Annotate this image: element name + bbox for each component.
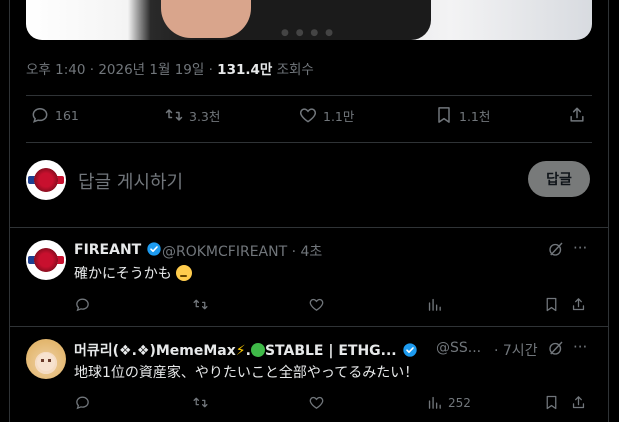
- post-timestamp[interactable]: 오후 1:40 · 2026년 1월 19일 ·: [26, 62, 217, 78]
- reply-composer: 답글 게시하기 답글: [26, 160, 592, 202]
- grok-icon[interactable]: [547, 339, 565, 357]
- column-right-border: [608, 0, 609, 422]
- reply2-views-action[interactable]: 252: [426, 394, 471, 411]
- reply1-views-action[interactable]: [426, 296, 448, 313]
- reply2-name-part1: 머큐리(❖.❖)MemeMax: [74, 343, 236, 359]
- repost-icon: [165, 109, 183, 121]
- reply1-avatar[interactable]: [26, 240, 66, 280]
- reply2-view-count: 252: [448, 395, 471, 410]
- bookmark-icon: [546, 297, 557, 312]
- reply2-text: 地球1位の資産家、やりたいこと全部やってるみたい！: [74, 365, 419, 381]
- reply-icon: [76, 298, 89, 312]
- reply1-repost-action[interactable]: [192, 296, 209, 313]
- post-view-label: 조회수: [272, 62, 314, 78]
- share-icon: [572, 396, 585, 409]
- like-action[interactable]: 1.1만: [298, 105, 354, 125]
- reply2-avatar[interactable]: [26, 339, 66, 379]
- heart-icon: [309, 298, 324, 311]
- reply2-time[interactable]: · 7시간: [494, 340, 538, 360]
- thinking-face-icon: [176, 265, 193, 281]
- reply-input[interactable]: 답글 게시하기: [78, 168, 183, 194]
- reply2-repost-action[interactable]: [192, 394, 209, 411]
- views-chart-icon: [428, 396, 441, 409]
- reply-tweet-1[interactable]: FIREANT @ROKMCFIREANT · 4초 ··· 確かにそうかも: [10, 228, 608, 326]
- share-action[interactable]: [567, 105, 587, 125]
- reply2-author[interactable]: 머큐리(❖.❖)MemeMax⚡. STABLE | ETHG...: [74, 340, 418, 360]
- reply2-bookmark-action[interactable]: [543, 394, 560, 411]
- reply2-share-action[interactable]: [570, 394, 587, 411]
- verified-badge-icon: [147, 242, 161, 256]
- post-action-bar: 161 3.3천 1.1만 1.1천: [26, 105, 592, 135]
- views-chart-icon: [428, 298, 441, 311]
- reply2-reply-action[interactable]: [74, 394, 91, 411]
- reply-action[interactable]: 161: [30, 105, 79, 125]
- reply-icon: [76, 396, 89, 410]
- bookmark-action[interactable]: 1.1천: [434, 105, 490, 125]
- media-hand: [161, 0, 251, 38]
- reply1-bookmark-action[interactable]: [543, 296, 560, 313]
- bookmark-icon: [438, 107, 450, 123]
- post-media-image[interactable]: ● ● ● ●: [26, 0, 592, 40]
- avatar-face: [37, 353, 55, 371]
- reply1-share-action[interactable]: [570, 296, 587, 313]
- heart-icon: [299, 108, 317, 123]
- reply1-name: FIREANT: [74, 242, 142, 258]
- share-icon: [572, 298, 585, 311]
- avatar-seal: [34, 248, 58, 272]
- repost-icon: [193, 397, 208, 408]
- bookmark-icon: [546, 395, 557, 410]
- reply1-handle[interactable]: @ROKMCFIREANT · 4초: [162, 241, 322, 261]
- media-buttons: ● ● ● ●: [281, 28, 335, 38]
- more-icon[interactable]: ···: [573, 338, 587, 356]
- avatar-eyes: [41, 359, 51, 362]
- reply-count: 161: [55, 107, 79, 123]
- avatar-seal: [34, 168, 58, 192]
- more-icon[interactable]: ···: [573, 239, 587, 257]
- reply1-author[interactable]: FIREANT: [74, 241, 162, 258]
- reply1-reply-action[interactable]: [74, 296, 91, 313]
- post-view-count: 131.4만: [217, 62, 273, 78]
- heart-icon: [309, 396, 324, 409]
- post-meta: 오후 1:40 · 2026년 1월 19일 · 131.4만 조회수: [26, 58, 314, 78]
- reply-tweet-2[interactable]: 머큐리(❖.❖)MemeMax⚡. STABLE | ETHG... @SS...…: [10, 327, 608, 422]
- reply1-like-action[interactable]: [308, 296, 325, 313]
- repost-action[interactable]: 3.3천: [164, 105, 220, 125]
- reply2-handle[interactable]: @SS...: [436, 340, 481, 356]
- verified-badge-icon: [402, 343, 417, 357]
- like-count: 1.1만: [323, 108, 355, 124]
- reply1-text: 確かにそうかも: [74, 263, 193, 283]
- repost-icon: [193, 299, 208, 310]
- reply2-name-part3: STABLE | ETHG...: [264, 343, 397, 359]
- green-circle-icon: [250, 343, 265, 357]
- composer-avatar[interactable]: [26, 160, 66, 200]
- bookmark-count: 1.1천: [459, 108, 491, 124]
- reply-icon: [32, 107, 48, 123]
- share-icon: [570, 107, 584, 122]
- lightning-icon: ⚡: [235, 343, 246, 359]
- reply2-like-action[interactable]: [308, 394, 325, 411]
- grok-icon[interactable]: [547, 240, 565, 258]
- divider-top: [26, 95, 592, 96]
- reply-submit-button[interactable]: 답글: [528, 161, 590, 197]
- divider-actions: [26, 142, 592, 143]
- repost-count: 3.3천: [189, 108, 221, 124]
